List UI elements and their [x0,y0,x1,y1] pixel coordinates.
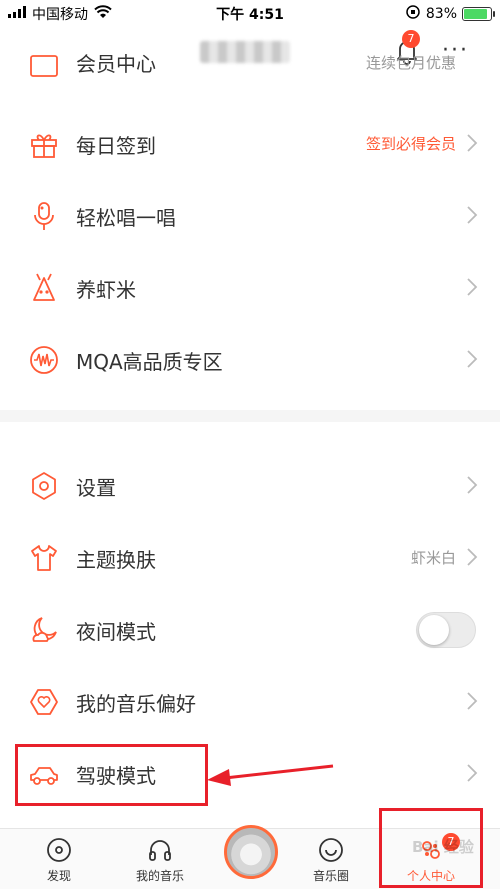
menu-item-daily-checkin[interactable]: 每日签到 签到必得会员 [0,108,500,180]
shrimp-icon [33,273,55,301]
chevron-right-icon [467,476,478,494]
chevron-right-icon [467,134,478,152]
menu-item-label: MQA高品质专区 [76,350,223,374]
menu-item-label: 养虾米 [76,278,136,302]
toggle-knob [419,615,449,645]
tab-label: 音乐圈 [312,869,349,883]
menu-item-vip-partial[interactable]: 会员中心 连续包月优惠 [0,50,500,90]
menu-item-value: 连续包月优惠 [365,54,456,72]
menu-item-label: 主题换肤 [76,548,156,572]
annotation-arrow [207,764,334,786]
chevron-right-icon [467,764,478,782]
gift-icon [31,134,57,158]
chevron-right-icon [467,350,478,368]
status-bar: 中国移动 下午 4:51 83% [0,0,500,26]
battery-icon [462,7,495,21]
tshirt-icon [31,545,57,571]
menu-item-label: 会员中心 [76,52,156,76]
menu-item-value: 虾米白 [410,549,456,567]
microphone-icon [34,202,54,230]
menu-item-music-preference[interactable]: 我的音乐偏好 [0,666,500,738]
headphones-icon [149,840,171,861]
settings-icon [32,472,56,500]
tab-my-music[interactable]: 我的音乐 [115,837,205,884]
menu-item-theme[interactable]: 主题换肤 虾米白 [0,522,500,594]
menu-item-label: 我的音乐偏好 [76,692,196,716]
chevron-right-icon [467,692,478,710]
chevron-right-icon [467,206,478,224]
annotation-highlight-driving-mode [15,744,208,806]
section-divider [0,410,500,422]
menu-item-label: 设置 [76,476,116,500]
watermark: Bai 经验 [412,838,474,856]
smile-icon [319,838,343,862]
battery-percent: 83% [425,6,457,22]
card-icon [30,55,58,77]
menu-item-label: 每日签到 [76,134,156,158]
menu-item-value: 签到必得会员 [365,135,456,153]
sound-wave-icon [30,346,58,374]
now-playing-album[interactable] [224,825,278,879]
menu-item-settings[interactable]: 设置 [0,450,500,522]
menu-item-karaoke[interactable]: 轻松唱一唱 [0,180,500,252]
tab-discover[interactable]: 发现 [14,837,104,884]
chevron-right-icon [467,278,478,296]
tab-label: 我的音乐 [135,869,184,883]
menu-item-night-mode: 夜间模式 [0,594,500,666]
heart-tag-icon [30,689,58,715]
menu-item-label: 轻松唱一唱 [76,206,176,230]
menu-item-mqa[interactable]: MQA高品质专区 [0,324,500,396]
notification-badge: 7 [402,30,420,48]
menu-item-label: 夜间模式 [76,620,156,644]
tab-label: 发现 [46,869,71,883]
disc-icon [47,838,71,862]
menu-item-raise-xiami[interactable]: 养虾米 [0,252,500,324]
chevron-right-icon [467,548,478,566]
moon-cloud-icon [32,617,57,642]
tab-music-circle[interactable]: 音乐圈 [286,837,376,884]
orientation-lock-icon [405,4,421,24]
night-mode-toggle[interactable] [416,612,476,648]
